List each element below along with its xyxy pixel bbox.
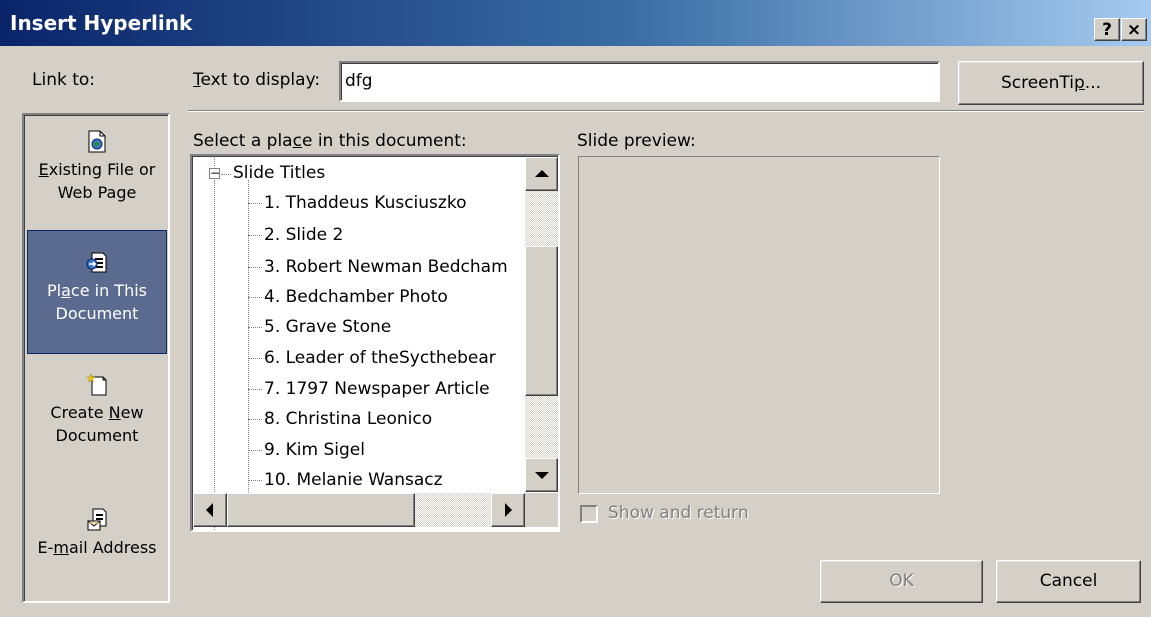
tree-item[interactable]: 7. 1797 Newspaper Article	[264, 376, 490, 402]
tree-item[interactable]: 4. Bedchamber Photo	[264, 284, 448, 310]
scroll-down-button[interactable]	[525, 458, 558, 492]
select-place-label: Select a place in this document:	[193, 131, 467, 151]
link-to-existing-file[interactable]: Existing File or Web Page	[27, 130, 167, 232]
show-and-return-checkbox[interactable]	[580, 505, 598, 523]
tree-item[interactable]: 8. Christina Leonico	[264, 406, 432, 432]
vertical-scroll-thumb[interactable]	[525, 246, 558, 396]
tree-root-slide-titles[interactable]: Slide Titles	[233, 160, 325, 186]
tree-item[interactable]: 6. Leader of theSycthebear	[264, 345, 496, 371]
tree-item[interactable]: 10. Melanie Wansacz	[264, 467, 443, 493]
existing-file-icon	[88, 130, 106, 153]
separator	[188, 110, 1144, 112]
dialog-title: Insert Hyperlink	[10, 11, 193, 35]
horizontal-scroll-thumb[interactable]	[227, 493, 415, 527]
place-line1: Place in This	[47, 281, 147, 300]
slide-preview-box	[578, 156, 940, 494]
email-address-icon	[87, 508, 107, 531]
link-to-create-new-document[interactable]: Create New Document	[27, 373, 167, 473]
create-new-line1: Create New	[50, 403, 144, 422]
text-to-display-value: dfg	[345, 71, 373, 91]
existing-file-line1: Existing File or	[38, 160, 156, 179]
place-in-document-icon	[86, 252, 107, 273]
tree-item[interactable]: 2. Slide 2	[264, 222, 343, 248]
show-and-return-label: Show and return	[608, 503, 749, 523]
place-tree-content: − Slide Titles 1. Thaddeus Kusciuszko 2.…	[192, 156, 559, 530]
tree-item[interactable]: 1. Thaddeus Kusciuszko	[264, 190, 466, 216]
title-bar[interactable]: Insert Hyperlink ? ×	[0, 0, 1151, 46]
tree-item[interactable]: 3. Robert Newman Bedcham	[264, 254, 508, 280]
link-to-label: Link to:	[32, 70, 96, 90]
tree-item[interactable]: 9. Kim Sigel	[264, 437, 365, 463]
link-to-email-address[interactable]: E-mail Address	[27, 508, 167, 578]
create-new-line2: Document	[55, 426, 139, 445]
existing-file-line2: Web Page	[57, 183, 137, 202]
place-line2: Document	[55, 304, 139, 323]
insert-hyperlink-dialog: Insert Hyperlink ? × Link to: Existing F…	[0, 0, 1151, 617]
cancel-button[interactable]: Cancel	[996, 560, 1141, 603]
help-button[interactable]: ?	[1094, 18, 1120, 41]
tree-item[interactable]: 5. Grave Stone	[264, 314, 391, 340]
slide-preview-label: Slide preview:	[577, 131, 696, 151]
link-to-panel: Existing File or Web Page Place in This …	[22, 113, 170, 603]
create-new-document-icon	[86, 373, 107, 396]
screentip-button[interactable]: ScreenTip...	[958, 61, 1144, 105]
text-to-display-input[interactable]: dfg	[339, 61, 940, 102]
email-line1: E-mail Address	[37, 538, 157, 557]
text-to-display-label: Text to display:	[193, 70, 321, 90]
scroll-up-button[interactable]	[525, 157, 558, 191]
scroll-right-button[interactable]	[491, 493, 525, 527]
ok-button[interactable]: OK	[820, 560, 983, 603]
close-button[interactable]: ×	[1121, 18, 1147, 41]
scroll-left-button[interactable]	[193, 493, 227, 527]
link-to-place-in-document[interactable]: Place in This Document	[27, 230, 167, 354]
scrollbar-corner	[525, 493, 558, 527]
tree-expander[interactable]: −	[209, 167, 220, 179]
